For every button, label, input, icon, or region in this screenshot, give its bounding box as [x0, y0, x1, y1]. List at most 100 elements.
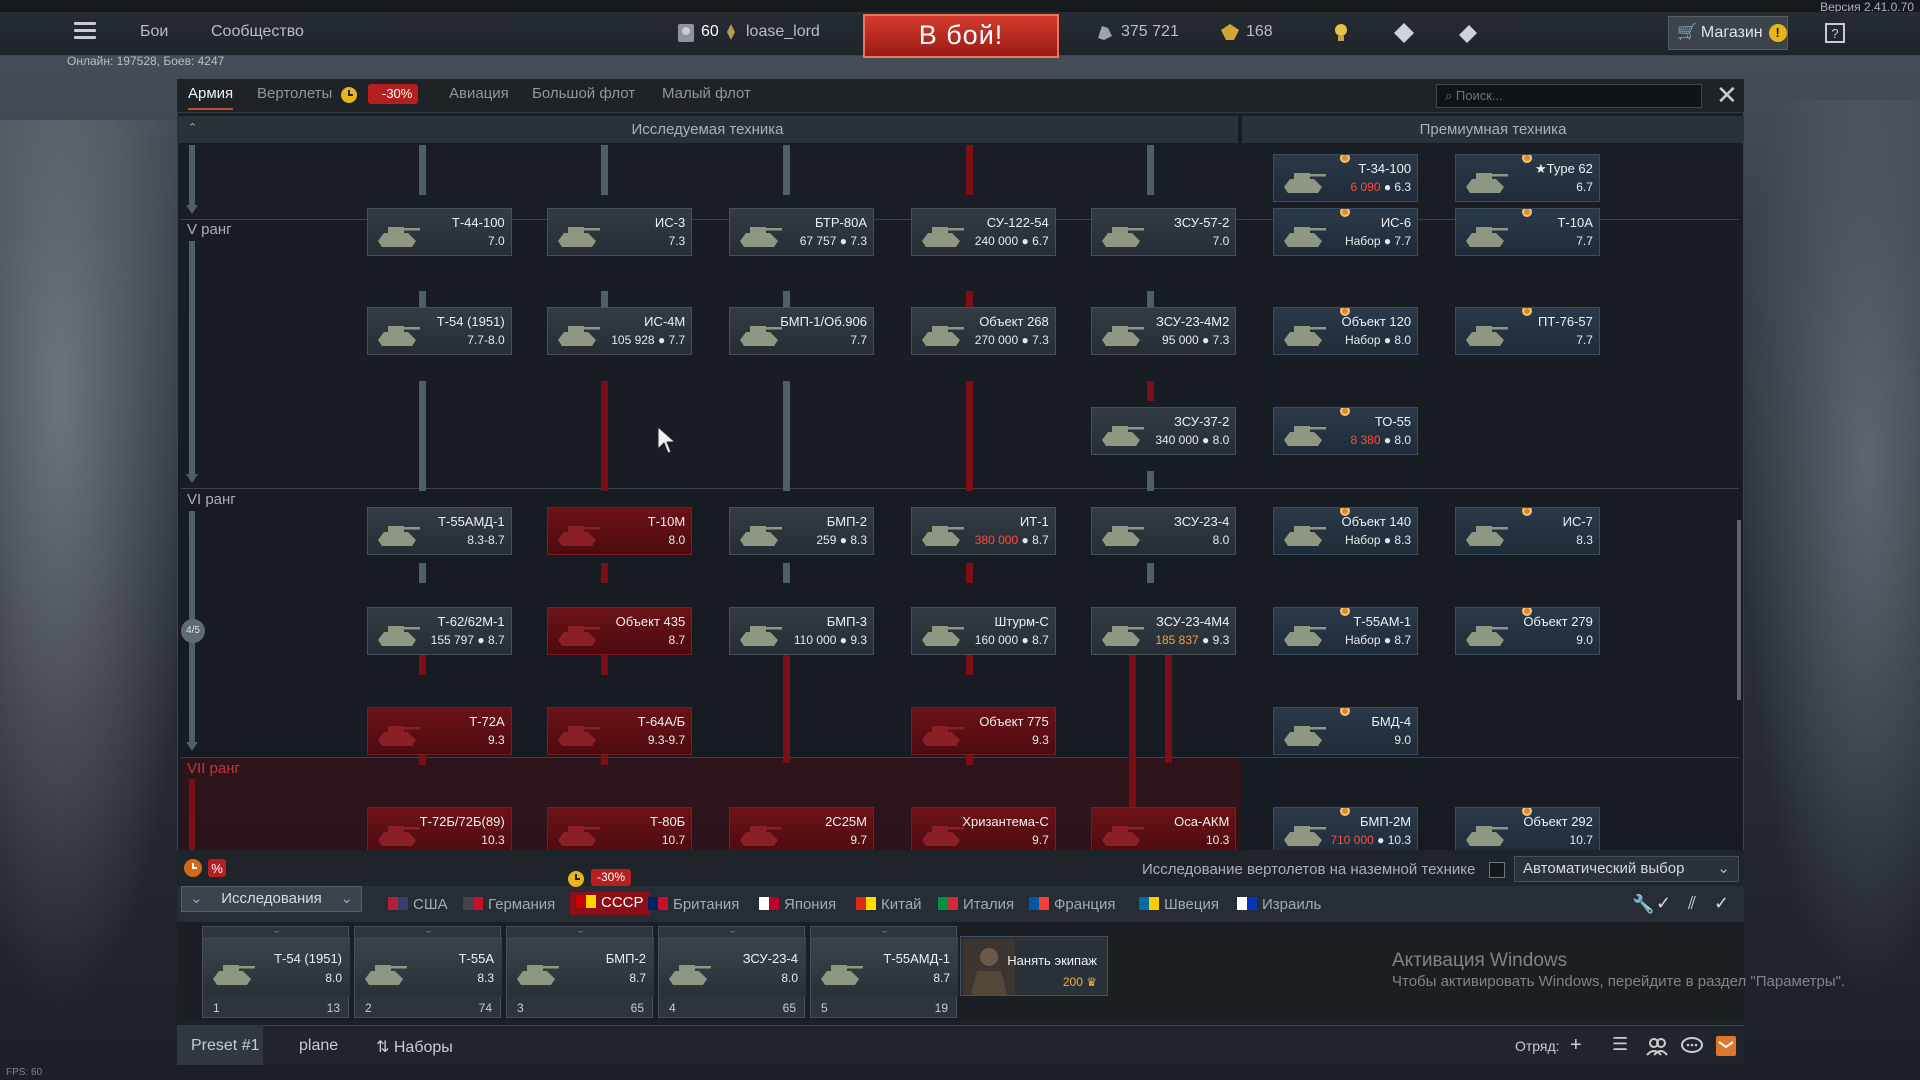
heli-research-checkbox[interactable]	[1489, 862, 1505, 878]
vehicle-card[interactable]: Т-34-100 6 090 ● 6.3	[1273, 153, 1419, 202]
search-input[interactable]: ⌕ Поиск...	[1436, 84, 1702, 108]
shop-button[interactable]: 🛒 Магазин!	[1668, 16, 1788, 50]
vehicle-card[interactable]: ИС-6 Набор ● 7.7	[1273, 207, 1419, 256]
username[interactable]: loase_lord	[746, 23, 820, 41]
nation-ussr[interactable]: СССР	[570, 892, 650, 915]
vehicle-card[interactable]: Т-72Б/72Б(89) 10.3	[366, 806, 512, 850]
vehicle-card[interactable]: Штурм-С 160 000 ● 8.7	[910, 607, 1056, 656]
hire-crew-button[interactable]: Нанять экипаж 200 ♛	[960, 936, 1108, 996]
rank-vi-label[interactable]: VI ранг	[187, 491, 236, 508]
repair-icon[interactable]: 🔧	[1632, 894, 1654, 915]
rank-vii-label[interactable]: VII ранг	[187, 760, 240, 777]
vehicle-card[interactable]: БМП-2 259 ● 8.3	[729, 507, 874, 556]
ammo-icon[interactable]: ⫽	[1688, 893, 1696, 914]
vehicle-card[interactable]: Т-54 (1951) 7.7-8.0	[366, 307, 512, 356]
close-icon[interactable]: ✕	[1716, 82, 1738, 108]
vehicle-card[interactable]: ЗСУ-23-4М2 95 000 ● 7.3	[1091, 307, 1237, 356]
help-icon[interactable]: ?	[1825, 23, 1845, 43]
vehicle-card[interactable]: ПТ-76-57 7.7	[1454, 307, 1600, 356]
nation-germany[interactable]: Германия	[463, 896, 555, 913]
nation-japan[interactable]: Япония	[759, 896, 836, 913]
ussr-flag-icon	[576, 895, 596, 908]
vehicle-card[interactable]: СУ-122-54 240 000 ● 6.7	[910, 207, 1056, 256]
vehicle-card[interactable]: Т-62/62М-1 155 797 ● 8.7	[366, 607, 512, 656]
vehicle-card[interactable]: БМП-1/Об.906 7.7	[729, 307, 874, 356]
vehicle-card[interactable]: Объект 120 Набор ● 8.0	[1273, 307, 1419, 356]
check-icon[interactable]: ✓	[1656, 893, 1671, 914]
vehicle-card[interactable]: Т-44-100 7.0	[366, 207, 512, 256]
vehicle-card[interactable]: Объект 268 270 000 ● 7.3	[910, 307, 1056, 356]
vehicle-card[interactable]: 2С25М 9.7	[729, 806, 874, 850]
vehicle-card[interactable]: ИС-4М 105 928 ● 7.7	[547, 307, 693, 356]
vehicle-card[interactable]: БМД-4 9.0	[1273, 707, 1419, 755]
add-squad-icon[interactable]: +	[1570, 1034, 1582, 1057]
crew-slot[interactable]: – БМП-2 8.7 3 65	[506, 926, 654, 1018]
vehicle-card[interactable]: БТР-80А 67 757 ● 7.3	[729, 207, 874, 256]
nation-britain[interactable]: Британия	[648, 896, 739, 913]
tab-coastal-fleet[interactable]: Малый флот	[662, 85, 751, 102]
vehicle-card[interactable]: ЗСУ-23-4М4 185 837 ● 9.3	[1091, 607, 1237, 656]
vehicle-card[interactable]: Оса-АКМ 10.3	[1091, 806, 1237, 850]
vehicle-card[interactable]: Т-72А 9.3	[366, 707, 512, 755]
battles-menu[interactable]: Бои	[140, 23, 168, 41]
nation-italy[interactable]: Италия	[938, 896, 1014, 913]
vehicle-card[interactable]: Т-10М 8.0	[547, 507, 693, 556]
vehicle-card[interactable]: Т-55АМ-1 Набор ● 8.7	[1273, 607, 1419, 656]
tab-helicopters[interactable]: Вертолеты	[257, 85, 332, 102]
list-icon[interactable]: ☰	[1612, 1034, 1628, 1055]
vehicle-card[interactable]: Т-80Б 10.7	[547, 806, 693, 850]
check-icon[interactable]: ✓	[1714, 893, 1729, 914]
vehicle-card[interactable]: Объект 279 9.0	[1454, 607, 1600, 656]
preset-plane-tab[interactable]: plane	[299, 1037, 338, 1055]
vehicle-card[interactable]: Т-64А/Б 9.3-9.7	[547, 707, 693, 755]
crew-slot[interactable]: – Т-55А 8.3 2 74	[354, 926, 502, 1018]
vehicle-card[interactable]: БМП-3 110 000 ● 9.3	[729, 607, 874, 656]
hamburger-menu-icon[interactable]	[74, 22, 96, 40]
crew-slot[interactable]: – Т-55АМД-1 8.7 5 19	[810, 926, 958, 1018]
to-battle-button[interactable]: В бой!	[863, 14, 1059, 58]
collapse-all-icon[interactable]: ⌃	[188, 121, 197, 134]
diamond-icon[interactable]	[1393, 22, 1415, 44]
rank-v-label[interactable]: V ранг	[187, 221, 232, 238]
nation-france[interactable]: Франция	[1029, 896, 1115, 913]
vehicle-card[interactable]: Т-55АМД-1 8.3-8.7	[366, 507, 512, 556]
vehicle-card[interactable]: ИС-3 7.3	[547, 207, 693, 256]
vehicle-card[interactable]: Хризантема-С 9.7	[910, 806, 1056, 850]
tab-army[interactable]: Армия	[188, 85, 234, 110]
vehicle-card[interactable]: Объект 140 Набор ● 8.3	[1273, 507, 1419, 556]
vehicle-card[interactable]: ЗСУ-23-4 8.0	[1091, 507, 1237, 556]
research-button[interactable]: ⌄ Исследования ⌄	[181, 886, 362, 912]
vehicle-battle-rating: 7.7-8.0	[467, 333, 504, 347]
vehicle-card[interactable]: Объект 435 8.7	[547, 607, 693, 656]
lightbulb-icon[interactable]	[1332, 22, 1350, 44]
vehicle-card[interactable]: Объект 775 9.3	[910, 707, 1056, 755]
nation-israel[interactable]: Израиль	[1237, 896, 1321, 913]
nation-china[interactable]: Китай	[856, 896, 922, 913]
nation-sweden[interactable]: Швеция	[1139, 896, 1219, 913]
sets-button[interactable]: ⇅ Наборы	[376, 1037, 453, 1057]
tab-aviation[interactable]: Авиация	[449, 85, 509, 102]
auto-select-dropdown[interactable]: Автоматический выбор ⌄	[1514, 856, 1739, 882]
gold-balance[interactable]: 168	[1246, 23, 1273, 41]
silver-balance[interactable]: 375 721	[1121, 23, 1179, 41]
crew-slot[interactable]: – ЗСУ-23-4 8.0 4 65	[658, 926, 806, 1018]
vehicle-card[interactable]: ★Type 62 6.7	[1454, 153, 1600, 202]
tab-bluewater-fleet[interactable]: Большой флот	[532, 85, 635, 102]
chat-icon[interactable]	[1681, 1036, 1703, 1056]
community-menu[interactable]: Сообщество	[211, 23, 304, 41]
vehicle-card[interactable]: БМП-2М 710 000 ● 10.3	[1273, 806, 1419, 850]
profile-avatar-icon[interactable]	[676, 22, 696, 44]
mail-icon[interactable]	[1715, 1035, 1737, 1057]
vehicle-card[interactable]: ЗСУ-57-2 7.0	[1091, 207, 1237, 256]
vehicle-card[interactable]: Т-10А 7.7	[1454, 207, 1600, 256]
vehicle-card[interactable]: Объект 292 10.7	[1454, 806, 1600, 850]
vehicle-card[interactable]: ИТ-1 380 000 ● 8.7	[910, 507, 1056, 556]
vehicle-card[interactable]: ТО-55 8 380 ● 8.0	[1273, 407, 1419, 456]
coupon-icon[interactable]	[1456, 22, 1480, 44]
vehicle-card[interactable]: ЗСУ-37-2 340 000 ● 8.0	[1091, 407, 1237, 456]
nation-usa[interactable]: США	[388, 896, 448, 913]
crew-slot[interactable]: – Т-54 (1951) 8.0 1 13	[202, 926, 350, 1018]
contacts-icon[interactable]	[1646, 1036, 1668, 1056]
preset-tab[interactable]: Preset #1	[191, 1037, 259, 1055]
vehicle-card[interactable]: ИС-7 8.3	[1454, 507, 1600, 556]
